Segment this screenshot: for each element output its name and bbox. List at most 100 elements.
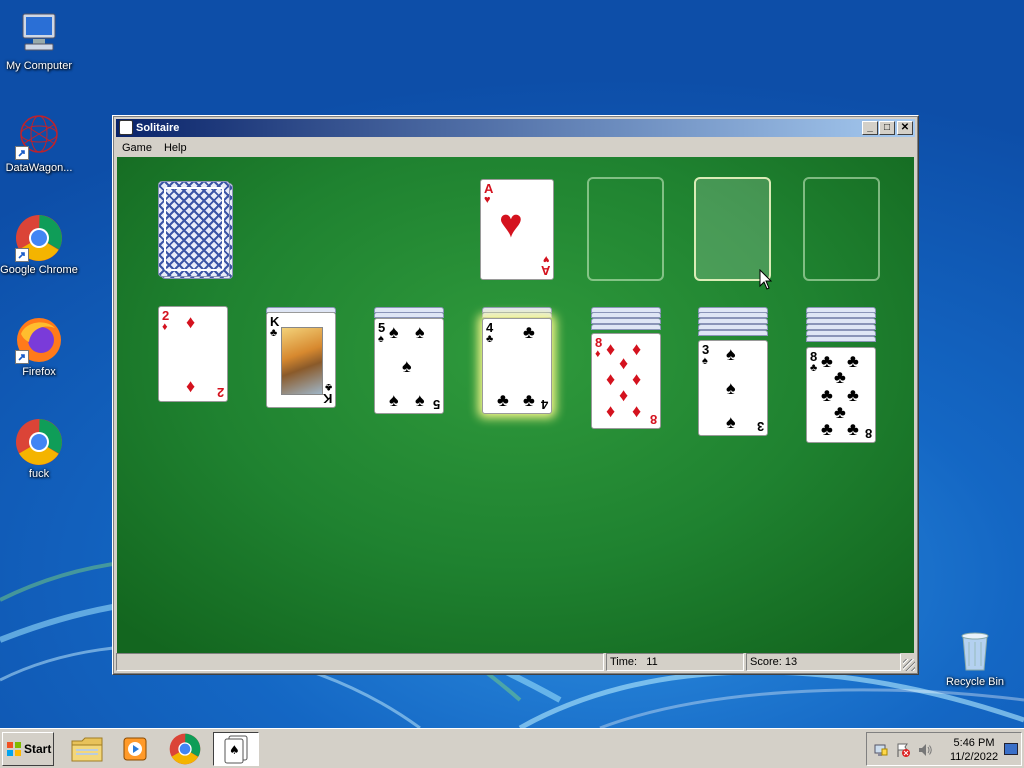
heart-icon: ♥ [484,194,491,206]
taskbar-solitaire[interactable]: ♠ [213,732,259,766]
taskbar-chrome[interactable] [162,732,208,766]
clock-time: 5:46 PM [953,737,995,749]
shortcut-arrow-icon [15,350,29,364]
windows-logo-icon [7,742,21,756]
chrome-icon [15,418,63,466]
taskbar-media-player[interactable] [112,732,158,766]
resize-grip[interactable] [903,659,915,671]
tableau-4-top-card[interactable]: 4 ♣ ♣ ♣ ♣ 4 [482,318,552,414]
king-face-art [281,327,323,395]
foundation-2-slot[interactable] [587,177,664,281]
title-bar[interactable]: Solitaire _ □ ✕ [116,119,915,137]
status-bar: Time: 11 Score: 13 [116,653,915,671]
diamond-icon: ♦ [619,385,629,405]
desktop-icon-fuck[interactable]: fuck [0,418,78,480]
media-player-icon [123,737,147,761]
club-icon: ♣ [523,390,535,410]
desktop-icon-label: Google Chrome [0,264,78,276]
card-rank: 4 [540,397,548,412]
volume-icon[interactable] [917,742,933,758]
foundation-3-slot[interactable] [694,177,771,281]
desktop-icon-recycle-bin[interactable]: Recycle Bin [936,626,1014,688]
taskbar-file-explorer[interactable] [64,732,110,766]
close-button[interactable]: ✕ [897,121,913,135]
tableau-3-top-card[interactable]: 5 ♠ ♠ ♠ ♠ ♠ ♠ 5 [374,318,444,414]
spade-icon: ♠ [415,390,425,410]
diamond-icon: ♦ [619,353,629,373]
start-button[interactable]: Start [2,732,54,766]
spade-icon: ♠ [389,322,399,342]
svg-text:♠: ♠ [229,743,240,757]
diamond-icon: ♦ [632,369,642,389]
tableau-7-hidden-card [806,336,876,342]
stock-pile-card [158,181,230,277]
recycle-bin-icon [951,626,999,674]
club-icon: ♣ [821,351,833,371]
club-icon: ♣ [270,327,278,339]
tableau-6-hidden-card [698,330,768,336]
tableau-5-hidden-card [591,324,661,330]
desktop-icon-firefox[interactable]: Firefox [0,316,78,378]
time-value: 11 [646,656,658,668]
foundation-1-card[interactable]: A ♥ ♥ A ♥ [480,179,554,280]
spade-icon: ♠ [402,356,412,376]
card-rank: 8 [864,426,872,441]
spade-icon: ♠ [726,412,736,432]
computer-icon [15,10,63,58]
diamond-icon: ♦ [186,376,196,396]
tableau-2-top-card[interactable]: K ♣ K ♣ [266,312,336,408]
minimize-button[interactable]: _ [862,121,878,135]
tableau-7-top-card[interactable]: 8 ♣ ♣ ♣ ♣ ♣ ♣ ♣ ♣ ♣ 8 [806,347,876,443]
shortcut-arrow-icon [15,248,29,262]
tableau-1-top-card[interactable]: 2 ♦ ♦ ♦ 2 [158,306,228,402]
network-sphere-icon [15,112,63,160]
desktop-icon-my-computer[interactable]: My Computer [0,10,78,72]
desktop-icon-google-chrome[interactable]: Google Chrome [0,214,78,276]
time-label: Time: [610,656,638,668]
tableau-6-top-card[interactable]: 3 ♠ ♠ ♠ ♠ 3 [698,340,768,436]
desktop-icon-label: Recycle Bin [945,676,1005,688]
taskbar: Start ♠ 5:46 PM 11/2/2022 [0,728,1024,768]
club-icon: ♣ [497,390,509,410]
club-icon: ♣ [523,322,535,342]
maximize-button[interactable]: □ [879,121,895,135]
solitaire-icon [119,120,133,135]
club-icon: ♣ [324,381,332,393]
system-tray: 5:46 PM 11/2/2022 [866,732,1022,766]
diamond-icon: ♦ [632,401,642,421]
show-desktop-button[interactable] [1004,743,1018,755]
shortcut-arrow-icon [15,146,29,160]
club-icon: ♣ [847,351,859,371]
foundation-4-slot[interactable] [803,177,880,281]
club-icon: ♣ [821,385,833,405]
mouse-cursor-icon [759,269,773,290]
network-icon[interactable] [873,742,889,758]
clock-date: 11/2/2022 [949,751,999,763]
card-rank: 3 [756,419,764,434]
desktop-icon-datawagon[interactable]: DataWagon... [0,112,78,174]
action-center-flag-icon[interactable] [895,742,911,758]
diamond-icon: ♦ [606,401,616,421]
diamond-icon: ♦ [186,312,196,332]
clock[interactable]: 5:46 PM 11/2/2022 [949,736,999,764]
club-icon: ♣ [834,367,846,387]
desktop-icon-label: fuck [28,468,50,480]
start-label: Start [24,742,52,756]
desktop-icon-label: DataWagon... [5,162,73,174]
heart-icon: ♥ [499,202,523,246]
menu-bar: Game Help [116,139,915,157]
card-rank: 2 [216,385,224,400]
heart-icon: ♥ [543,253,550,265]
card-rank: 5 [432,397,440,412]
solitaire-icon: ♠ [224,735,248,764]
spade-icon: ♠ [702,355,708,367]
diamond-icon: ♦ [595,348,601,360]
tableau-5-top-card[interactable]: 8 ♦ ♦ ♦ ♦ ♦ ♦ ♦ ♦ ♦ 8 [591,333,661,429]
club-icon: ♣ [847,385,859,405]
menu-help[interactable]: Help [158,142,193,154]
desktop-icon-label: My Computer [5,60,73,72]
menu-game[interactable]: Game [116,142,158,154]
diamond-icon: ♦ [606,369,616,389]
chrome-icon [169,733,201,765]
status-score: Score: 13 [746,653,901,671]
